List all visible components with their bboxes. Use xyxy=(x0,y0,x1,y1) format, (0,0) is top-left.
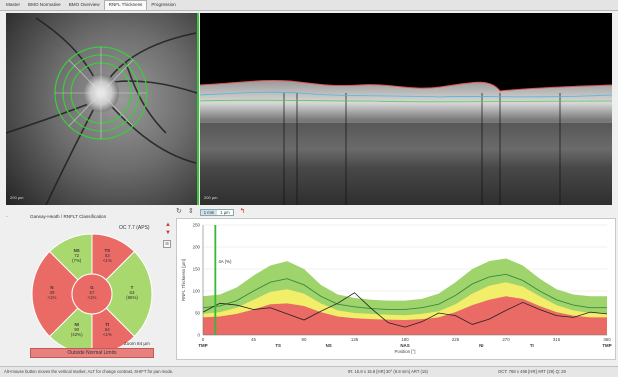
classification-title: Garway-Heath / RNFLT Classification xyxy=(30,214,107,219)
x-tick-label: 45 xyxy=(251,337,256,342)
nav-up-icon[interactable]: ▲ xyxy=(165,222,171,228)
sector-ns-label: (7%) xyxy=(72,258,82,263)
tab-bar: Master BMO Normative BMO Overview RNFL T… xyxy=(0,0,618,11)
x-tick-label: 270 xyxy=(502,337,510,342)
y-tick-label: 200 xyxy=(193,245,201,250)
tab-rnfl-thickness[interactable]: RNFL Thickness xyxy=(103,0,148,10)
unit-option-mm[interactable]: 1 mm xyxy=(200,209,218,215)
unit-toggle[interactable]: 1 mm 1 µm xyxy=(199,208,234,216)
y-tick-label: 250 xyxy=(193,223,201,228)
chart-toolbar: ↻ ⇕ 1 mm 1 µm ↰ xyxy=(176,207,376,217)
oct-bscan-image[interactable]: 200 µm xyxy=(200,13,612,205)
sector-t-label: (95%) xyxy=(126,295,138,300)
sector-axis-label: TS xyxy=(275,343,281,348)
sector-disc: NS 72 (7%) TS 53 <1% T 63 (95%) TI 64 <1% NI 90 (42%) N… xyxy=(30,232,154,356)
unit-scale-icon: ⇕ xyxy=(187,208,194,215)
expand-panel-icon[interactable]: ⊞ xyxy=(163,240,171,248)
y-tick-label: 0 xyxy=(198,333,201,338)
zoom-value: Zoom 84 µm xyxy=(124,341,150,346)
x-tick-label: 180 xyxy=(401,337,409,342)
panel-collapse-icon[interactable]: ◦ xyxy=(6,214,8,220)
status-hint: Alt+mouse button moves the vertical mark… xyxy=(4,369,174,374)
x-tick-label: 360 xyxy=(603,337,611,342)
x-tick-label: 0 xyxy=(202,337,205,342)
x-tick-label: 225 xyxy=(452,337,460,342)
sector-ti-label: <1% xyxy=(103,332,112,337)
oct-bscan-graphic xyxy=(200,13,612,205)
status-oct-info: OCT: 768 x 496 [HR] ART (29) Q: 28 xyxy=(498,369,566,374)
x-tick-label: 135 xyxy=(351,337,359,342)
unit-option-um[interactable]: 1 µm xyxy=(217,210,232,215)
y-axis-title: RNFL Thickness [µm] xyxy=(181,259,186,301)
tab-bmo-overview[interactable]: BMO Overview xyxy=(65,1,104,10)
y-tick-label: 50 xyxy=(195,311,200,316)
fundus-image-graphic xyxy=(6,13,197,205)
nav-down-icon[interactable]: ▼ xyxy=(165,230,171,236)
app-window: Master BMO Normative BMO Overview RNFL T… xyxy=(0,0,618,377)
fundus-scale-label: 200 µm xyxy=(10,195,24,200)
classification-result-badge: Outside Normal Limits xyxy=(30,348,154,358)
x-tick-label: 90 xyxy=(302,337,307,342)
x-axis-title: Position [°] xyxy=(394,349,415,354)
x-tick-label: 315 xyxy=(553,337,561,342)
sector-axis-label: TMP xyxy=(602,343,611,348)
status-bar: Alt+mouse button moves the vertical mark… xyxy=(0,366,618,377)
sector-n-label: <1% xyxy=(48,295,57,300)
rnfl-chart-svg: 0501001502002500 45 90 135 180 225 270 315 360TM… xyxy=(181,223,612,355)
reset-view-icon[interactable]: ↻ xyxy=(176,208,182,216)
rnfl-thickness-chart[interactable]: 0 50 100 150 200 250 0 45 90 135 180 225 270 315 360 TM… xyxy=(176,218,616,360)
sector-ni-label: (42%) xyxy=(71,332,83,337)
fundus-image[interactable]: 200 µm xyxy=(6,13,197,205)
sector-axis-label: NAS xyxy=(400,343,409,348)
sector-ts-label: <1% xyxy=(103,258,112,263)
sector-axis-label: TMP xyxy=(198,343,207,348)
oct-scale-label: 200 µm xyxy=(204,195,218,200)
active-scan-marker[interactable] xyxy=(197,13,199,205)
sector-disc-graphic: NS72(7%)TS53<1%T63(95%)TI64<1%NI90(42%)N… xyxy=(31,233,153,355)
sector-axis-label: TI xyxy=(530,343,534,348)
status-ir-info: IR: 15.8 x 15.8 [HR] 30° (9.8 mm) ART (1… xyxy=(348,369,428,374)
sector-global-label: <1% xyxy=(88,295,97,300)
sector-axis-label: NI xyxy=(479,343,483,348)
sector-axis-label: NS xyxy=(326,343,332,348)
classification-panel: ◦ Garway-Heath / RNFLT Classification OC… xyxy=(6,214,164,360)
tab-progression[interactable]: Progression xyxy=(147,1,180,10)
tab-master[interactable]: Master xyxy=(2,1,24,10)
cursor-label: 4A (%) xyxy=(218,259,232,264)
y-tick-label: 150 xyxy=(193,267,201,272)
scan-id-label: OC 7.7 (APS) xyxy=(119,225,150,231)
tab-bmo-normative[interactable]: BMO Normative xyxy=(24,1,65,10)
y-tick-label: 100 xyxy=(193,289,201,294)
contrast-tool-icon[interactable]: ↰ xyxy=(240,208,246,216)
